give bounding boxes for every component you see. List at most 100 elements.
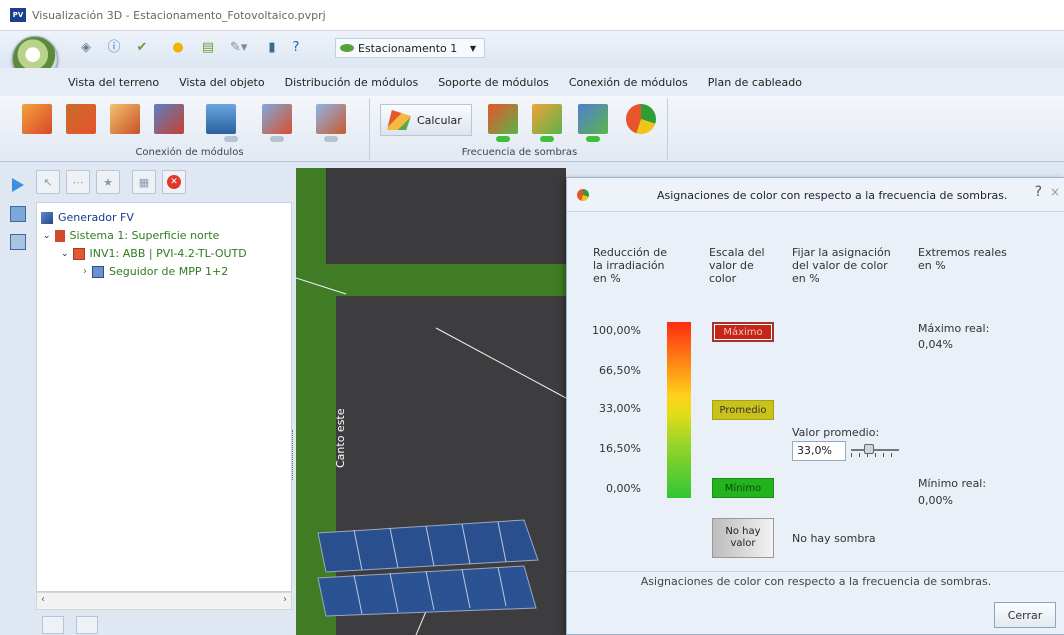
status-pill-active	[496, 136, 510, 142]
project-icon	[340, 44, 354, 52]
min-real-value: 0,00%	[918, 494, 953, 507]
column-header-extremes: Extremos reales en %	[918, 246, 1007, 272]
tree-item-inverter[interactable]: ⌄ INV1: ABB | PVI-4.2-TL-OUTD	[61, 247, 247, 260]
dialog-header: Asignaciones de color con respecto a la …	[567, 178, 1064, 212]
app-logo-icon: PV	[10, 8, 26, 22]
tree-item-label: Sistema 1: Superficie norte	[69, 229, 220, 242]
string-plan-icon[interactable]	[206, 104, 236, 134]
wrench-icon[interactable]: ✎▾	[230, 40, 247, 56]
left-toolstrip	[0, 162, 36, 635]
connect-tool-button[interactable]: ⋯	[66, 170, 90, 194]
layers-icon[interactable]: ▤	[200, 40, 216, 56]
menu-bar: Vista del terreno Vista del objeto Distr…	[0, 68, 1064, 96]
sun-icon[interactable]: ●	[170, 40, 186, 56]
tree-horizontal-scrollbar[interactable]: ‹ ›	[36, 592, 292, 610]
window-title: Visualización 3D - Estacionamento_Fotovo…	[32, 8, 326, 22]
cursor-tool-button[interactable]: ↖	[36, 170, 60, 194]
menu-item-module-layout[interactable]: Distribución de módulos	[285, 76, 419, 89]
expand-panel-icon[interactable]	[12, 178, 24, 192]
tree-item-pv-generator[interactable]: Generador FV	[41, 211, 134, 224]
menu-item-terrain-view[interactable]: Vista del terreno	[68, 76, 159, 89]
no-value-color-swatch[interactable]: No hay valor	[712, 518, 774, 558]
color-assignment-icon	[577, 189, 589, 201]
max-real-label: Máximo real:	[918, 322, 990, 335]
3d-viewport[interactable]: Canto este	[296, 168, 566, 635]
module-view-icon[interactable]	[262, 104, 292, 134]
ribbon: Conexión de módulos Calcular Frecuencia …	[0, 96, 1064, 162]
auto-connect-icon[interactable]	[154, 104, 184, 134]
connect-icon: ⋯	[72, 175, 84, 189]
slider-track	[851, 449, 899, 451]
column-header-reduction: Reducción de la irradiación en %	[593, 246, 667, 285]
panel-splitter[interactable]	[292, 430, 295, 480]
shade-view-alt-icon[interactable]	[532, 104, 562, 134]
shade-view-icon[interactable]	[488, 104, 518, 134]
status-pill-active	[586, 136, 600, 142]
pin-button[interactable]	[76, 616, 98, 634]
info-icon[interactable]: ⓘ	[106, 40, 122, 56]
list-view-icon[interactable]	[10, 234, 26, 250]
dialog-footer-text: Asignaciones de color con respecto a la …	[567, 571, 1064, 591]
delete-icon: ✕	[167, 175, 181, 189]
roof-connect-icon[interactable]	[22, 104, 52, 134]
min-real-label: Mínimo real:	[918, 477, 987, 490]
close-button[interactable]: Cerrar	[994, 602, 1056, 628]
menu-item-cable-plan[interactable]: Plan de cableado	[708, 76, 802, 89]
structure-button[interactable]: ▦	[132, 170, 156, 194]
project-selector-label: Estacionamento 1	[358, 41, 458, 55]
chevron-right-icon: ›	[83, 266, 87, 277]
scroll-left-icon[interactable]: ‹	[41, 594, 45, 605]
tree-item-label: Seguidor de MPP 1+2	[109, 265, 229, 278]
ribbon-group-shading-label: Frecuencia de sombras	[461, 147, 578, 158]
status-pill	[224, 136, 238, 142]
slider-thumb[interactable]	[864, 444, 874, 454]
ribbon-group-shading: Calcular Frecuencia de sombras	[372, 98, 668, 160]
delete-button[interactable]: ✕	[162, 170, 186, 194]
roof-grid-icon[interactable]	[66, 104, 96, 134]
check-icon[interactable]: ✔	[134, 40, 150, 56]
back-icon[interactable]: ◈	[78, 40, 94, 56]
color-assignment-icon[interactable]	[626, 104, 656, 134]
favorite-button[interactable]: ★	[96, 170, 120, 194]
max-color-swatch[interactable]: Máximo	[712, 322, 774, 342]
menu-item-object-view[interactable]: Vista del objeto	[179, 76, 265, 89]
menu-item-module-mounting[interactable]: Soporte de módulos	[438, 76, 549, 89]
zoom-button[interactable]	[42, 616, 64, 634]
color-scale-bar	[667, 322, 691, 498]
project-selector-dropdown[interactable]: Estacionamento 1 ▼	[335, 38, 485, 58]
min-color-swatch[interactable]: Mínimo	[712, 478, 774, 498]
shade-module-icon[interactable]	[578, 104, 608, 134]
no-shade-text: No hay sombra	[792, 532, 876, 545]
help-icon[interactable]: ?	[1035, 184, 1042, 200]
scale-tick-16: 16,50%	[599, 442, 641, 455]
scroll-right-icon[interactable]: ›	[283, 594, 287, 605]
scale-tick-0: 0,00%	[606, 482, 641, 495]
tree-view-icon[interactable]	[10, 206, 26, 222]
tree-item-system-1[interactable]: ⌄ Sistema 1: Superficie norte	[43, 229, 219, 242]
dialog-title: Asignaciones de color con respecto a la …	[657, 189, 1008, 202]
structure-icon: ▦	[138, 175, 150, 189]
inverter-icon	[72, 247, 85, 260]
scale-tick-66: 66,50%	[599, 364, 641, 377]
calculate-button[interactable]: Calcular	[380, 104, 472, 136]
close-icon[interactable]: ×	[1050, 185, 1060, 199]
avg-value-slider[interactable]	[851, 444, 903, 458]
mpp-tracker-icon	[92, 265, 104, 278]
export-icon[interactable]: ▮	[264, 40, 280, 56]
chevron-down-icon: ⌄	[61, 248, 69, 259]
avg-color-swatch[interactable]: Promedio	[712, 400, 774, 420]
quick-access-bar	[0, 30, 1064, 68]
pv-generator-icon	[41, 211, 53, 224]
avg-value-input[interactable]: 33,0%	[792, 441, 846, 461]
cursor-icon: ↖	[43, 175, 53, 189]
star-icon: ★	[103, 175, 113, 189]
calculate-label: Calcular	[417, 113, 462, 127]
help-icon[interactable]: ?	[288, 40, 304, 56]
chevron-down-icon: ▼	[469, 43, 476, 53]
menu-item-module-connection[interactable]: Conexión de módulos	[569, 76, 688, 89]
hand-select-icon[interactable]	[110, 104, 140, 134]
column-header-fix: Fijar la asignación del valor de color e…	[792, 246, 891, 285]
module-view-alt-icon[interactable]	[316, 104, 346, 134]
tree-item-mpp-tracker[interactable]: › Seguidor de MPP 1+2	[83, 265, 228, 278]
ribbon-group-connection-label: Conexión de módulos	[135, 147, 244, 158]
